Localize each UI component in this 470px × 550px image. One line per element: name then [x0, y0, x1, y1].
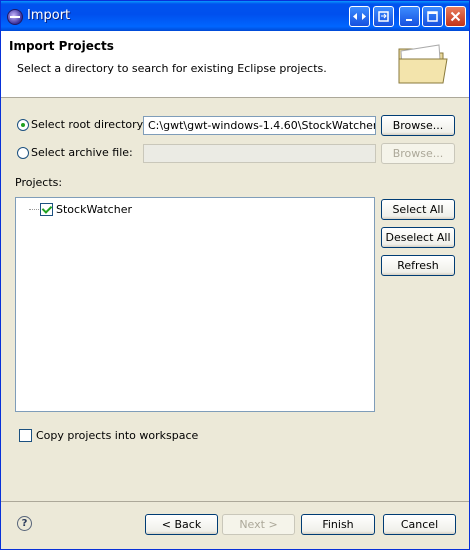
eclipse-icon [7, 9, 23, 25]
projects-label: Projects: [15, 176, 63, 189]
title-bar[interactable]: Import [1, 1, 469, 31]
root-directory-label: Select root directory: [31, 118, 147, 131]
root-directory-radio[interactable] [17, 119, 29, 131]
window-icon [378, 11, 389, 22]
switch-icon-button[interactable] [349, 6, 370, 27]
next-button[interactable]: Next > [222, 514, 295, 535]
deselect-all-button[interactable]: Deselect All [381, 227, 455, 248]
minimize-icon [405, 18, 412, 21]
cancel-button[interactable]: Cancel [383, 514, 456, 535]
browse-archive-button[interactable]: Browse... [381, 143, 455, 164]
project-name: StockWatcher [56, 203, 132, 216]
projects-list[interactable]: StockWatcher [15, 197, 375, 412]
minimize-button[interactable] [399, 6, 420, 27]
folder-icon [398, 44, 448, 84]
wizard-banner: Import Projects Select a directory to se… [1, 31, 469, 98]
archive-file-label: Select archive file: [31, 146, 133, 159]
root-directory-input[interactable]: C:\gwt\gwt-windows-1.4.60\StockWatcher [143, 116, 376, 135]
project-checkbox[interactable] [40, 203, 53, 216]
footer-divider [1, 501, 469, 502]
copy-projects-checkbox[interactable] [19, 429, 32, 442]
import-dialog: Import Import Projects Select a director… [0, 0, 470, 550]
archive-file-input[interactable] [143, 144, 376, 163]
finish-button[interactable]: Finish [301, 514, 375, 535]
refresh-button[interactable]: Refresh [381, 255, 455, 276]
arrows-icon [353, 13, 366, 20]
page-description: Select a directory to search for existin… [17, 62, 327, 75]
close-button[interactable] [445, 6, 466, 27]
copy-projects-label: Copy projects into workspace [36, 429, 199, 442]
page-title: Import Projects [9, 39, 114, 53]
maximize-button[interactable] [422, 6, 443, 27]
archive-file-radio[interactable] [17, 147, 29, 159]
help-icon[interactable]: ? [17, 516, 32, 531]
window-title: Import [27, 8, 71, 23]
browse-root-button[interactable]: Browse... [381, 115, 455, 136]
list-item[interactable]: StockWatcher [40, 202, 160, 218]
close-icon [450, 11, 461, 22]
restore-icon-button[interactable] [373, 6, 394, 27]
tree-connector [29, 209, 39, 210]
select-all-button[interactable]: Select All [381, 199, 455, 220]
maximize-icon [427, 11, 438, 22]
back-button[interactable]: < Back [145, 514, 218, 535]
